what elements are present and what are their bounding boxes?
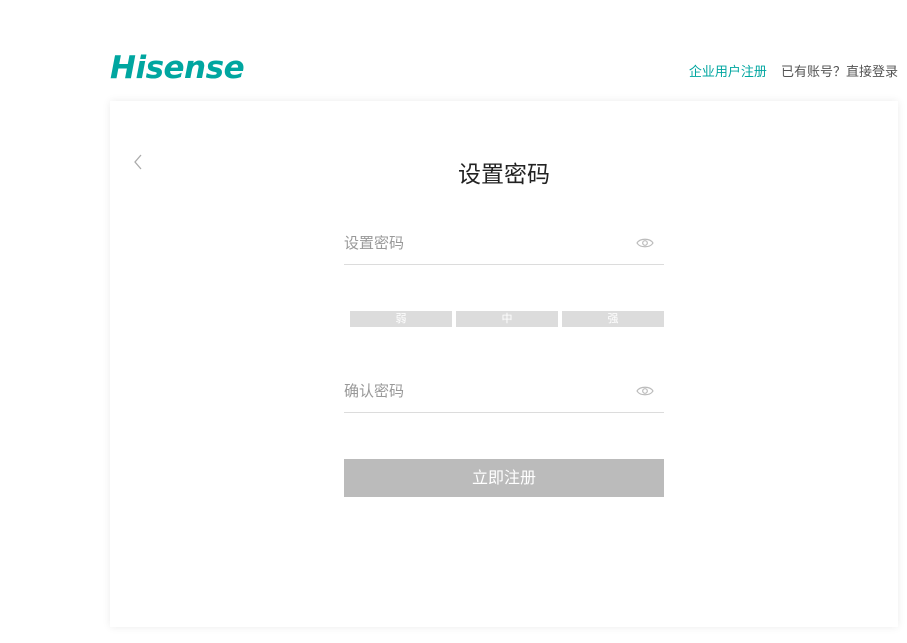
page-title-text: 设置密码 <box>458 162 550 188</box>
confirm-password-input[interactable] <box>344 376 624 406</box>
confirm-password-field <box>344 376 664 413</box>
strength-medium: 中 <box>456 311 558 327</box>
register-card: 设置密码 弱 中 强 立即注册 <box>110 101 898 627</box>
password-strength-meter: 弱 中 强 <box>350 311 664 327</box>
register-page: Hisense 企业用户注册 已有账号？直接登录 设置密码 弱 中 强 立即注册 <box>0 0 907 643</box>
password-field <box>344 228 664 265</box>
login-link[interactable]: 直接登录 <box>846 65 898 80</box>
hisense-logo: Hisense <box>110 50 245 86</box>
header-links: 企业用户注册 已有账号？直接登录 <box>689 64 898 82</box>
enterprise-register-link[interactable]: 企业用户注册 <box>689 65 767 80</box>
register-button[interactable]: 立即注册 <box>344 459 664 497</box>
eye-icon[interactable] <box>636 385 654 397</box>
strength-strong: 强 <box>562 311 664 327</box>
strength-weak: 弱 <box>350 311 452 327</box>
have-account-text: 已有账号？ <box>780 65 846 80</box>
password-input[interactable] <box>344 228 624 258</box>
page-title: 设置密码 <box>110 159 898 191</box>
eye-icon[interactable] <box>636 237 654 249</box>
